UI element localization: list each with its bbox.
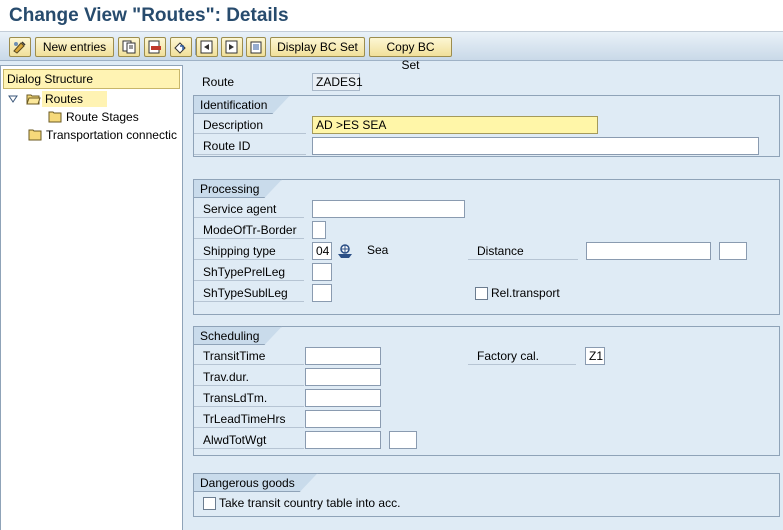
- allowed-total-weight-input[interactable]: [305, 431, 381, 449]
- ship-icon: [338, 244, 352, 258]
- copy-button[interactable]: [118, 37, 140, 57]
- copy-icon: [122, 40, 136, 54]
- edit-toggle-icon: [13, 41, 26, 54]
- new-entries-button[interactable]: New entries: [35, 37, 114, 57]
- route-field: ZADES1: [312, 73, 363, 91]
- undo-button[interactable]: [170, 37, 192, 57]
- processing-title: Processing: [193, 179, 282, 198]
- folder-open-icon: [26, 94, 41, 105]
- transport-lead-time-hours-label: TrLeadTimeHrs: [194, 410, 304, 428]
- allowed-total-weight-unit-input[interactable]: [389, 431, 417, 449]
- dangerous-goods-title: Dangerous goods: [193, 473, 318, 492]
- service-agent-label: Service agent: [194, 200, 304, 218]
- print-button[interactable]: [246, 37, 266, 57]
- mode-of-transport-border-input[interactable]: [312, 221, 326, 239]
- dialog-structure-header: Dialog Structure: [3, 69, 180, 89]
- edit-toggle-button[interactable]: [9, 37, 31, 57]
- dangerous-goods-group: Dangerous goods Take transit country tab…: [193, 473, 780, 517]
- delete-button[interactable]: [144, 37, 166, 57]
- distance-unit-input[interactable]: [719, 242, 747, 260]
- application-toolbar: New entries Display BC Set Copy BC Set: [0, 32, 783, 72]
- folder-icon: [28, 129, 42, 141]
- tree-item-label[interactable]: Route Stages: [64, 109, 139, 125]
- print-icon: [250, 41, 262, 54]
- details-pane: Route ZADES1 Identification Description …: [193, 65, 783, 530]
- previous-entry-icon: [200, 40, 213, 54]
- shipping-type-subsequent-leg-input[interactable]: [312, 284, 332, 302]
- delete-icon: [148, 40, 161, 54]
- undo-icon: [174, 42, 186, 54]
- travel-duration-input[interactable]: [305, 368, 381, 386]
- route-label: Route: [202, 75, 235, 89]
- shipping-type-label: Shipping type: [194, 242, 304, 260]
- processing-group: Processing Service agent ModeOfTr-Border…: [193, 179, 780, 315]
- expand-triangle-icon[interactable]: [8, 94, 18, 104]
- transit-time-label: TransitTime: [194, 347, 304, 365]
- page-title: Change View "Routes": Details: [9, 5, 289, 26]
- display-bc-set-button[interactable]: Display BC Set: [270, 37, 365, 57]
- shipping-type-preliminary-leg-label: ShTypePrelLeg: [194, 263, 304, 281]
- description-input[interactable]: AD >ES SEA: [312, 116, 598, 134]
- service-agent-input[interactable]: [312, 200, 465, 218]
- transportation-lead-time-input[interactable]: [305, 389, 381, 407]
- factory-calendar-label: Factory cal.: [468, 347, 576, 365]
- shipping-type-preliminary-leg-input[interactable]: [312, 263, 332, 281]
- shipping-type-text: Sea: [367, 243, 389, 257]
- relevant-transport-label: Rel.transport: [491, 286, 560, 300]
- factory-calendar-input[interactable]: Z1: [585, 347, 605, 365]
- next-entry-button[interactable]: [221, 37, 243, 57]
- scheduling-title: Scheduling: [193, 326, 282, 345]
- transit-country-table-checkbox[interactable]: [203, 497, 216, 510]
- copy-bc-set-button[interactable]: Copy BC Set: [369, 37, 452, 72]
- tree-item-label[interactable]: Routes: [42, 91, 108, 107]
- tree-item-routes[interactable]: Routes: [6, 91, 178, 107]
- route-id-label: Route ID: [194, 137, 306, 155]
- previous-entry-button[interactable]: [196, 37, 218, 57]
- transport-lead-time-hours-input[interactable]: [305, 410, 381, 428]
- folder-icon: [48, 111, 62, 123]
- shipping-type-input[interactable]: 04: [312, 242, 332, 260]
- travel-duration-label: Trav.dur.: [194, 368, 304, 386]
- transit-time-input[interactable]: [305, 347, 381, 365]
- mode-of-transport-border-label: ModeOfTr-Border: [194, 221, 304, 239]
- shipping-type-subsequent-leg-label: ShTypeSublLeg: [194, 284, 304, 302]
- distance-input[interactable]: [586, 242, 711, 260]
- tree-item-transportation-connection[interactable]: Transportation connectic: [6, 127, 178, 143]
- scheduling-group: Scheduling TransitTime Factory cal. Z1 T…: [193, 326, 780, 456]
- route-id-input[interactable]: [312, 137, 759, 155]
- dialog-structure-pane: Dialog Structure Routes Route Stages Tra…: [0, 65, 183, 530]
- distance-label: Distance: [468, 242, 578, 260]
- allowed-total-weight-label: AlwdTotWgt: [194, 431, 304, 449]
- tree-item-label[interactable]: Transportation connectic: [44, 127, 177, 143]
- title-bar: Change View "Routes": Details: [0, 0, 783, 32]
- relevant-transport-checkbox[interactable]: [475, 287, 488, 300]
- transit-country-table-label: Take transit country table into acc.: [219, 496, 401, 510]
- identification-title: Identification: [193, 95, 290, 114]
- description-label: Description: [194, 116, 306, 134]
- tree-item-route-stages[interactable]: Route Stages: [6, 109, 178, 125]
- next-entry-icon: [225, 40, 238, 54]
- transportation-lead-time-label: TransLdTm.: [194, 389, 304, 407]
- identification-group: Identification Description AD >ES SEA Ro…: [193, 95, 780, 157]
